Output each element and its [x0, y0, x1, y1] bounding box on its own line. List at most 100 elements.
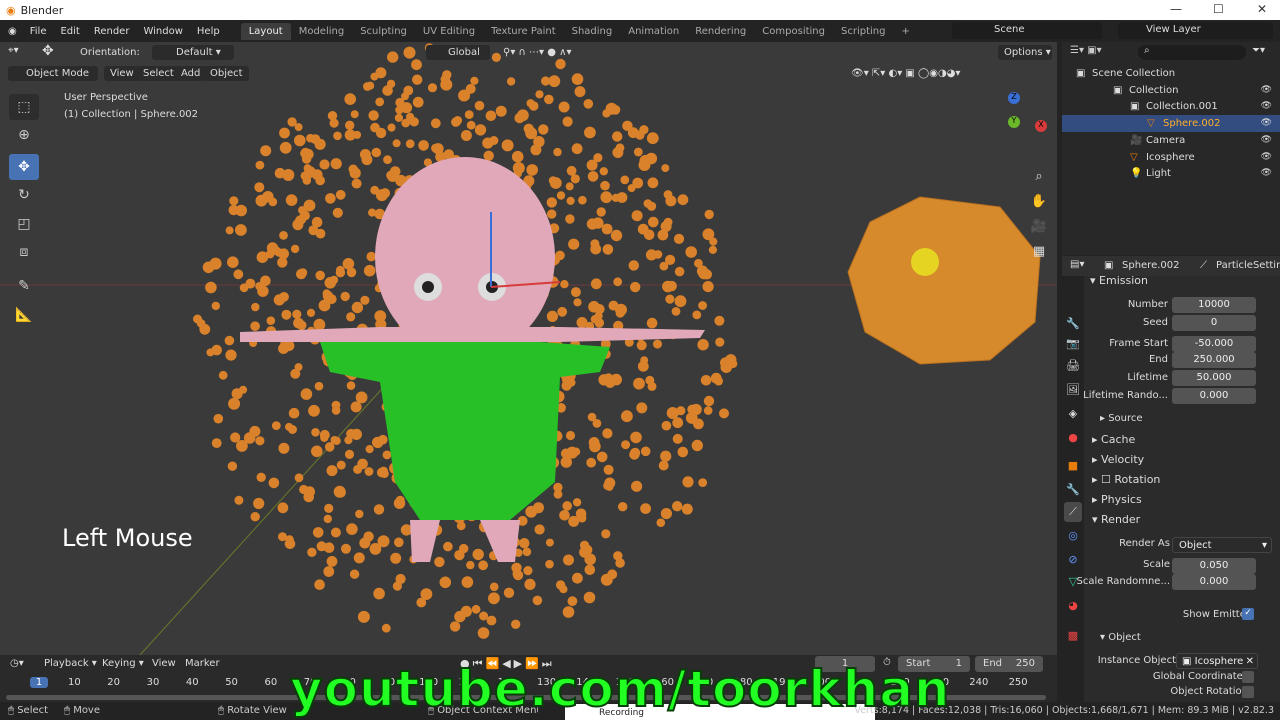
emission-section-header[interactable]: ▾ Emission: [1090, 274, 1148, 287]
visibility-eye-icon[interactable]: 👁: [1261, 165, 1272, 182]
playhead[interactable]: 1: [30, 677, 48, 688]
scene-selector[interactable]: Scene: [952, 22, 1102, 39]
instance-object-field[interactable]: ▣ Icosphere ✕: [1176, 653, 1258, 669]
tab-modeling[interactable]: Modeling: [291, 23, 353, 40]
blender-menu-icon[interactable]: ◉: [8, 26, 17, 37]
global-coordinates-checkbox[interactable]: [1242, 671, 1254, 683]
tab-shading[interactable]: Shading: [564, 23, 621, 40]
tab-sculpting[interactable]: Sculpting: [352, 23, 415, 40]
select-box-tool-button[interactable]: ⬚: [9, 94, 39, 120]
scale-tool-button[interactable]: ◰: [9, 211, 39, 237]
menu-edit[interactable]: Edit: [53, 26, 86, 37]
transform-orientation-dropdown[interactable]: Global: [426, 45, 490, 60]
orientation-dropdown[interactable]: Default ▾: [152, 45, 234, 60]
section-rotation[interactable]: ▸ ☐ Rotation: [1092, 473, 1160, 486]
annotate-tool-button[interactable]: ✎: [9, 273, 39, 299]
outliner-item-collection-001[interactable]: ▣ Collection.001 👁: [1062, 98, 1280, 115]
visibility-eye-icon[interactable]: 👁: [1261, 132, 1272, 149]
outliner-item-icosphere[interactable]: ▽ Icosphere 👁: [1062, 149, 1280, 166]
view-menu[interactable]: View: [104, 66, 140, 81]
outliner-search-input[interactable]: ⌕: [1138, 45, 1246, 60]
visibility-eye-icon[interactable]: 👁: [1261, 149, 1272, 166]
menu-file[interactable]: File: [23, 26, 54, 37]
view-layer-selector[interactable]: View Layer: [1118, 22, 1273, 39]
keying-menu[interactable]: Keying ▾: [102, 658, 144, 669]
section-source[interactable]: ▸ Source: [1100, 413, 1143, 424]
object-menu[interactable]: Object: [204, 66, 249, 81]
section-physics[interactable]: ▸ Physics: [1092, 493, 1142, 506]
tab-texture-paint[interactable]: Texture Paint: [483, 23, 564, 40]
tab-output[interactable]: 🖨: [1064, 356, 1082, 376]
show-emitter-checkbox[interactable]: ✓: [1242, 608, 1254, 620]
object-subsection[interactable]: ▾ Object: [1100, 632, 1141, 643]
outliner-item-light[interactable]: 💡 Light 👁: [1062, 165, 1280, 182]
tab-physics[interactable]: ◎: [1064, 526, 1082, 546]
tab-animation[interactable]: Animation: [620, 23, 687, 40]
outliner-item-sphere-002[interactable]: ▽ Sphere.002 👁: [1062, 115, 1280, 133]
transform-tool-button[interactable]: ⧈: [9, 239, 39, 265]
viewport-shading-buttons[interactable]: 👁▾ ⇱▾ ◐▾ ▣ ◯◉◑◕▾: [845, 66, 966, 81]
move-tool-button[interactable]: ✥: [9, 154, 39, 180]
menu-help[interactable]: Help: [190, 26, 227, 37]
grid-icon[interactable]: ▦: [1030, 239, 1048, 264]
maximize-button[interactable]: ☐: [1213, 2, 1224, 16]
outliner-item-collection[interactable]: ▣ Collection 👁: [1062, 82, 1280, 99]
editor-type-button[interactable]: ◷▾: [10, 658, 24, 669]
tab-particles[interactable]: ⟋: [1064, 502, 1082, 522]
measure-tool-button[interactable]: 📐: [9, 302, 39, 328]
minimize-button[interactable]: —: [1170, 2, 1182, 16]
view-menu[interactable]: View: [152, 658, 176, 669]
field-lifetime[interactable]: 50.000: [1172, 370, 1256, 386]
tab-render[interactable]: 📷: [1064, 334, 1082, 354]
outliner-display-mode[interactable]: ☰▾ ▣▾: [1070, 45, 1102, 56]
tab-scene[interactable]: ◈: [1064, 404, 1082, 424]
object-rotation-checkbox[interactable]: [1242, 686, 1254, 698]
tab-compositing[interactable]: Compositing: [754, 23, 833, 40]
options-dropdown[interactable]: Options ▾: [998, 45, 1052, 60]
object-breadcrumb[interactable]: Sphere.002: [1122, 260, 1180, 271]
rotate-tool-button[interactable]: ↻: [9, 182, 39, 208]
visibility-eye-icon[interactable]: 👁: [1261, 98, 1272, 115]
field-seed[interactable]: 0: [1172, 315, 1256, 331]
tab-layout[interactable]: Layout: [240, 22, 291, 40]
render-as-dropdown[interactable]: Object ▾: [1172, 537, 1272, 553]
section-render[interactable]: ▾ Render: [1092, 513, 1140, 526]
tab-scripting[interactable]: Scripting: [833, 23, 893, 40]
tab-uv-editing[interactable]: UV Editing: [415, 23, 483, 40]
tab-texture[interactable]: ▩: [1064, 626, 1082, 646]
field-end[interactable]: 250.000: [1172, 352, 1256, 368]
gizmo-x[interactable]: X: [1035, 120, 1047, 132]
editor-type-button[interactable]: ⌖▾: [8, 45, 19, 56]
section-velocity[interactable]: ▸ Velocity: [1092, 453, 1144, 466]
end-frame-field[interactable]: End 250: [975, 656, 1043, 672]
visibility-eye-icon[interactable]: 👁: [1261, 115, 1272, 132]
tab-tool[interactable]: 🔧: [1064, 314, 1082, 334]
add-workspace-button[interactable]: +: [893, 23, 917, 40]
tab-object[interactable]: ■: [1064, 456, 1082, 476]
tab-material[interactable]: ◕: [1064, 596, 1082, 616]
add-menu[interactable]: Add: [175, 66, 207, 81]
section-cache[interactable]: ▸ Cache: [1092, 433, 1135, 446]
camera-view-icon[interactable]: 🎥: [1030, 214, 1048, 239]
menu-window[interactable]: Window: [136, 26, 189, 37]
tab-rendering[interactable]: Rendering: [687, 23, 754, 40]
editor-type-button[interactable]: ▤▾: [1070, 259, 1084, 270]
cursor-tool-button[interactable]: ⊕: [9, 122, 39, 148]
zoom-icon[interactable]: ⌕: [1030, 164, 1048, 189]
mode-dropdown[interactable]: Object Mode: [8, 66, 98, 81]
playback-menu[interactable]: Playback ▾: [44, 658, 97, 669]
outliner-item-scene-collection[interactable]: ▣ Scene Collection: [1062, 65, 1280, 82]
gizmo-y[interactable]: Y: [1008, 116, 1020, 128]
outliner-item-camera[interactable]: 🎥 Camera 👁: [1062, 132, 1280, 149]
navigation-buttons[interactable]: ⌕ ✋ 🎥 ▦: [1030, 164, 1048, 264]
3d-viewport[interactable]: ⌖▾ ✥ Orientation: Default ▾ Global ⚲▾ ∩ …: [0, 42, 1057, 655]
tab-world[interactable]: ●: [1064, 428, 1082, 448]
pan-hand-icon[interactable]: ✋: [1030, 189, 1048, 214]
scale-field[interactable]: 0.050: [1172, 558, 1256, 574]
snap-icons[interactable]: ⚲▾ ∩ ⋯▾ ● ∧▾: [497, 45, 577, 60]
select-menu[interactable]: Select: [137, 66, 180, 81]
marker-menu[interactable]: Marker: [185, 658, 220, 669]
navigation-gizmo[interactable]: Z X Y: [980, 92, 1050, 162]
field-number[interactable]: 10000: [1172, 297, 1256, 313]
gizmo-z[interactable]: Z: [1008, 92, 1020, 104]
